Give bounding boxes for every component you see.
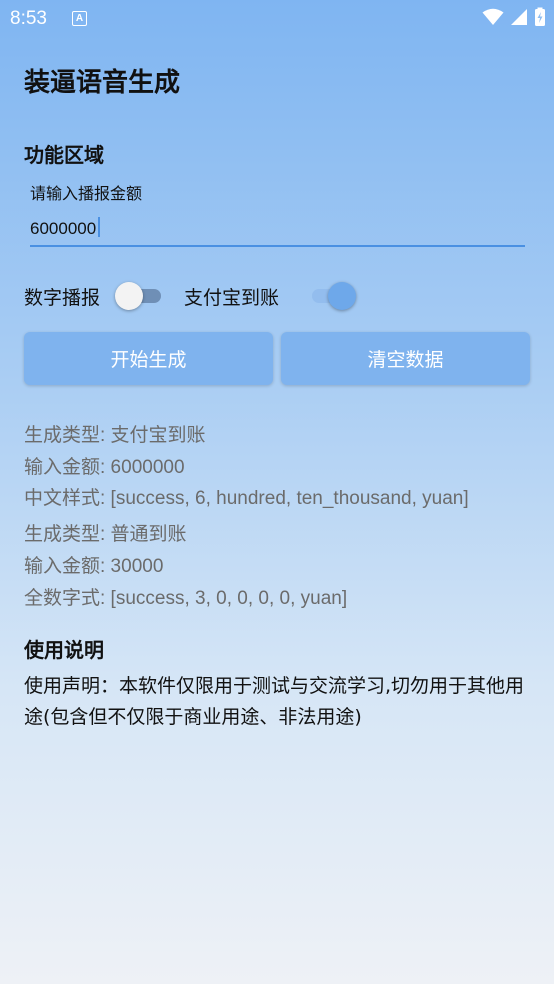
result-line: 生成类型: 普通到账 bbox=[24, 524, 187, 545]
switch-thumb bbox=[115, 282, 143, 310]
result-line: 输入金额: 6000000 bbox=[24, 457, 185, 478]
battery-icon bbox=[535, 7, 545, 26]
app-title: 装逼语音生成 bbox=[24, 68, 181, 98]
result-line: 输入金额: 30000 bbox=[24, 556, 164, 577]
result-line: 全数字式: [success, 3, 0, 0, 0, 0, yuan] bbox=[24, 588, 348, 609]
status-bar: 8:53 A bbox=[0, 0, 554, 36]
clear-data-button[interactable]: 清空数据 bbox=[281, 332, 530, 385]
amount-input-underline bbox=[30, 245, 525, 247]
usage-section-title: 使用说明 bbox=[24, 638, 104, 662]
amount-input[interactable]: 6000000 bbox=[30, 217, 100, 239]
alipay-label: 支付宝到账 bbox=[184, 287, 280, 309]
wifi-icon bbox=[482, 8, 504, 25]
alipay-switch[interactable] bbox=[306, 281, 356, 311]
notification-a-icon: A bbox=[72, 11, 87, 26]
digit-broadcast-switch[interactable] bbox=[115, 281, 165, 311]
text-caret bbox=[98, 217, 100, 237]
usage-text: 使用声明：本软件仅限用于测试与交流学习,切勿用于其他用途(包含但不仅限于商业用途… bbox=[24, 675, 525, 728]
result-line: 中文样式: [success, 6, hundred, ten_thousand… bbox=[24, 488, 469, 509]
amount-input-label: 请输入播报金额 bbox=[30, 184, 143, 203]
result-line: 生成类型: 支付宝到账 bbox=[24, 425, 206, 446]
function-section-title: 功能区域 bbox=[24, 143, 104, 167]
system-icons bbox=[482, 7, 546, 27]
status-time: 8:53 bbox=[10, 8, 47, 29]
signal-icon bbox=[511, 9, 527, 25]
digit-broadcast-label: 数字播报 bbox=[24, 287, 101, 309]
switch-thumb bbox=[328, 282, 356, 310]
amount-input-value: 6000000 bbox=[30, 219, 97, 238]
start-generate-button[interactable]: 开始生成 bbox=[24, 332, 273, 385]
